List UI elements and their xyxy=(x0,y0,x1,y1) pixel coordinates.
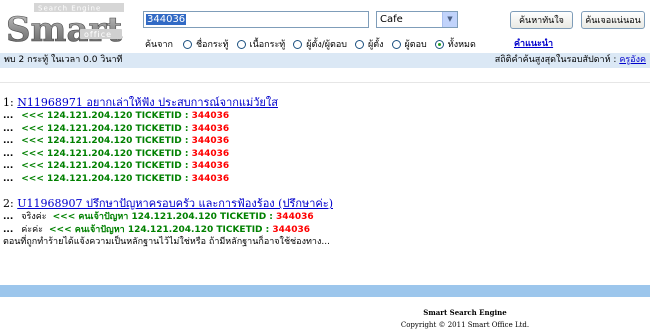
ellipsis: ... xyxy=(3,111,14,121)
ellipsis: ... xyxy=(3,123,14,134)
match-prefix: ค่ะค่ะ xyxy=(21,224,43,235)
ellipsis: ... xyxy=(3,136,14,146)
footer-copyright: Copyright © 2011 Smart Office Ltd. xyxy=(400,321,530,329)
result-match-line: ... <<< 124.121.204.120 TICKETID : 344036 xyxy=(3,110,643,123)
radio-button[interactable] xyxy=(391,39,401,49)
lucky-search-button[interactable]: ค้นเจอแน่นอน xyxy=(581,11,645,29)
ticket-id: 344036 xyxy=(191,136,230,146)
radio-option-poster[interactable]: ผู้ตั้ง xyxy=(355,37,384,51)
ellipsis: ... xyxy=(3,224,14,235)
footer-bar xyxy=(0,285,650,297)
ellipsis: ... xyxy=(3,148,14,159)
ticket-id: 344036 xyxy=(191,148,230,159)
result-index: 2: xyxy=(3,197,14,210)
radio-option-replier[interactable]: ผู้ตอบ xyxy=(391,37,427,51)
match-info: <<< คนเจ้าปัญหา 124.121.204.120 TICKETID… xyxy=(48,224,270,235)
ticket-id: 344036 xyxy=(276,212,314,222)
ticket-id: 344036 xyxy=(191,173,230,184)
result-heading: 2: U11968907 ปรึกษาปัญหาครอบครัว และการฟ… xyxy=(3,197,643,211)
weekly-stats: สถิติคำค้นสูงสุดในรอบสัปดาห์ : ครูอังค xyxy=(495,53,646,68)
radio-button[interactable] xyxy=(182,39,192,49)
ticket-id: 344036 xyxy=(191,123,230,134)
radio-button[interactable] xyxy=(355,39,364,49)
search-results: 1: N11968971 อยากเล่าให้ฟัง ประสบการณ์จา… xyxy=(3,96,643,261)
radio-option-all[interactable]: ทั้งหมด xyxy=(434,37,476,51)
radio-label: ผู้ตั้ง xyxy=(368,40,384,50)
radio-label: ทั้งหมด xyxy=(447,40,476,50)
match-info: <<< 124.121.204.120 TICKETID : xyxy=(21,148,189,159)
search-query-text: 344036 xyxy=(146,14,187,25)
radio-label: เนื้อกระทู้ xyxy=(249,40,286,50)
result-title-link[interactable]: N11968971 อยากเล่าให้ฟัง ประสบการณ์จากแม… xyxy=(17,96,278,109)
result-match-line: ... <<< 124.121.204.120 TICKETID : 344036 xyxy=(3,148,643,161)
radio-label: ชื่อกระทู้ xyxy=(195,40,229,50)
match-info: <<< คนเจ้าปัญหา 124.121.204.120 TICKETID… xyxy=(52,212,273,222)
svg-text:Smart: Smart xyxy=(6,10,122,47)
ticket-id: 344036 xyxy=(191,111,230,121)
ellipsis: ... xyxy=(3,212,14,222)
radio-label: ผู้ตั้ง/ผู้ตอบ xyxy=(306,40,347,50)
radio-option-poster-replier[interactable]: ผู้ตั้ง/ผู้ตอบ xyxy=(293,37,347,51)
weekly-stats-label: สถิติคำค้นสูงสุดในรอบสัปดาห์ : xyxy=(494,55,617,65)
ellipsis: ... xyxy=(3,173,14,184)
match-info: <<< 124.121.204.120 TICKETID : xyxy=(21,161,189,171)
divider xyxy=(0,82,650,83)
result-snippet: ตอนที่ถูกทำร้ายได้แจ้งความเป็นหลักฐานไว้… xyxy=(3,237,330,247)
match-info: <<< 124.121.204.120 TICKETID : xyxy=(21,173,189,184)
radio-label: ผู้ตอบ xyxy=(404,40,427,50)
footer-title: Smart Search Engine xyxy=(423,308,507,317)
result-match-line: ... <<< 124.121.204.120 TICKETID : 344036 xyxy=(3,123,643,136)
radio-button[interactable] xyxy=(236,39,246,49)
result-match-line: ... จริงค่ะ <<< คนเจ้าปัญหา 124.121.204.12… xyxy=(3,211,643,224)
search-in-label: ค้นจาก xyxy=(145,40,173,50)
radio-button[interactable] xyxy=(293,39,303,49)
match-prefix: จริงค่ะ xyxy=(21,212,47,222)
result-item: 1: N11968971 อยากเล่าให้ฟัง ประสบการณ์จา… xyxy=(3,96,643,185)
radio-button-selected[interactable] xyxy=(434,39,444,49)
status-bar: พบ 2 กระทู้ ในเวลา 0.0 วินาที สถิติคำค้น… xyxy=(0,53,650,68)
result-match-line: ... <<< 124.121.204.120 TICKETID : 344036 xyxy=(3,135,643,148)
result-item: 2: U11968907 ปรึกษาปัญหาครอบครัว และการฟ… xyxy=(3,197,643,249)
result-summary: พบ 2 กระทู้ ในเวลา 0.0 วินาที xyxy=(4,55,123,65)
search-in-options: ค้นจาก ชื่อกระทู้ เนื้อกระทู้ ผู้ตั้ง/ผู… xyxy=(145,37,484,51)
weekly-stats-link[interactable]: ครูอังค xyxy=(619,55,646,65)
advice-link[interactable]: คำแนะนำ xyxy=(514,36,553,50)
ticket-id: 344036 xyxy=(191,161,230,171)
match-info: <<< 124.121.204.120 TICKETID : xyxy=(21,136,189,146)
result-heading: 1: N11968971 อยากเล่าให้ฟัง ประสบการณ์จา… xyxy=(3,96,643,110)
result-match-line: ... ค่ะค่ะ <<< คนเจ้าปัญหา 124.121.204.120… xyxy=(3,224,643,237)
result-index: 1: xyxy=(3,96,14,109)
search-input[interactable]: 344036 xyxy=(143,11,369,28)
match-info: <<< 124.121.204.120 TICKETID : xyxy=(21,123,189,134)
result-match-line: ... <<< 124.121.204.120 TICKETID : 344036 xyxy=(3,160,643,173)
category-select[interactable]: Cafe ▼ xyxy=(376,11,458,28)
result-match-line: ... <<< 124.121.204.120 TICKETID : 344036 xyxy=(3,173,643,186)
chevron-down-icon[interactable]: ▼ xyxy=(442,12,457,27)
smart-office-logo[interactable]: Search Engine Smart office xyxy=(4,3,128,47)
result-title-link[interactable]: U11968907 ปรึกษาปัญหาครอบครัว และการฟ้อง… xyxy=(17,197,333,210)
category-selected-value: Cafe xyxy=(380,14,403,25)
svg-text:office: office xyxy=(84,30,112,39)
radio-option-topic-name[interactable]: ชื่อกระทู้ xyxy=(182,37,229,51)
ticket-id: 344036 xyxy=(272,224,310,235)
search-button[interactable]: ค้นหาทันใจ xyxy=(510,11,573,29)
header: Search Engine Smart office 344036 Cafe ▼… xyxy=(0,0,650,52)
match-info: <<< 124.121.204.120 TICKETID : xyxy=(21,111,189,121)
ellipsis: ... xyxy=(3,161,14,171)
radio-option-topic-content[interactable]: เนื้อกระทู้ xyxy=(236,37,286,51)
